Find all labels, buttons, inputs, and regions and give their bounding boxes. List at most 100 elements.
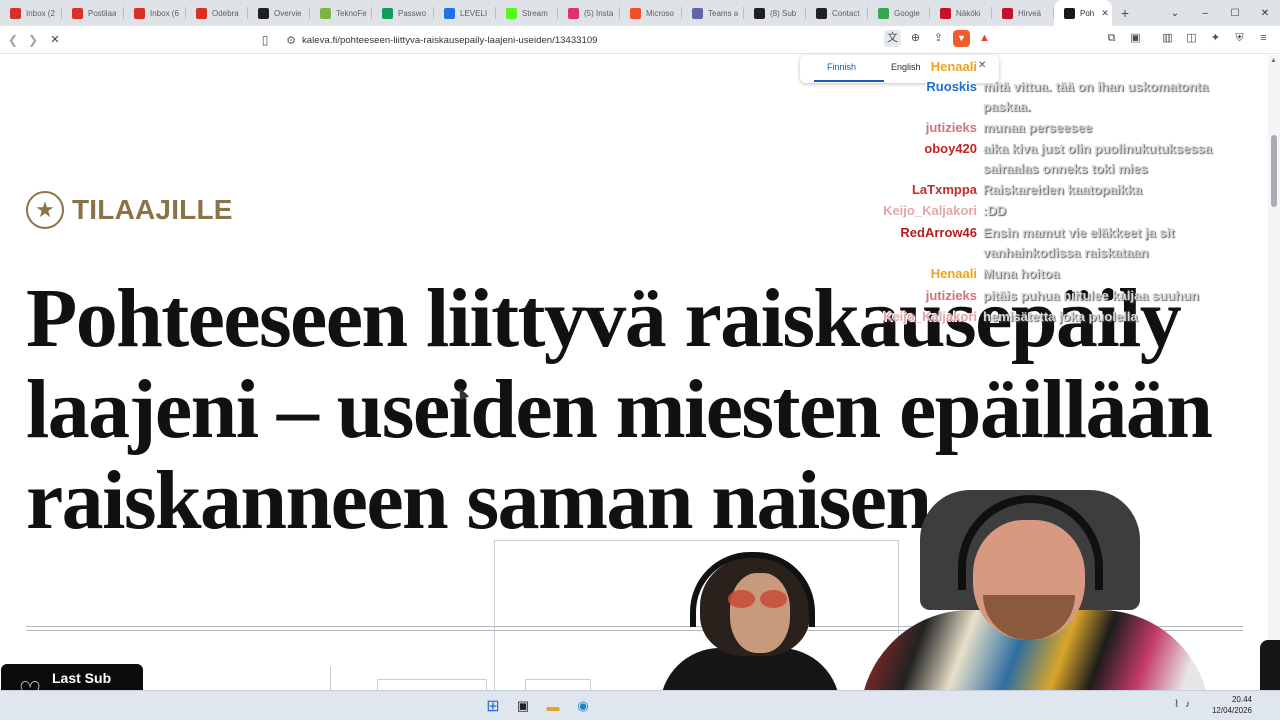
- translate-icon[interactable]: 文: [884, 30, 901, 47]
- chat-username: LaTxmppa: [911, 182, 977, 197]
- tab-label: Passwo: [398, 8, 427, 18]
- target-language-tab[interactable]: English: [891, 62, 921, 72]
- tab-favicon-icon: [506, 7, 517, 19]
- sidebar-icon[interactable]: ▥: [1159, 30, 1176, 47]
- media-icon[interactable]: ▣: [1127, 30, 1144, 47]
- tab-label: Inbox (6: [150, 8, 179, 18]
- vpn-icon[interactable]: ⛨: [1231, 30, 1248, 47]
- tab-label: Microso: [646, 8, 675, 18]
- browser-tab-active[interactable]: Poh ✕: [1054, 0, 1112, 26]
- tab-label: Odebra: [212, 8, 239, 18]
- bookmark-icon[interactable]: ▯: [250, 33, 280, 47]
- last-sub-title: Last Sub: [52, 670, 112, 686]
- task-view-icon[interactable]: ▣: [512, 695, 534, 717]
- new-tab-button[interactable]: +: [1112, 0, 1138, 26]
- taskbar: ⊞ ▣ ▬ ◉ ⌇ ♪ 20.44 12/04/2026: [0, 690, 1280, 720]
- system-tray: ⌇ ♪: [1174, 699, 1190, 710]
- tab-favicon-icon: [1064, 7, 1075, 19]
- tab-favicon-icon: [196, 7, 207, 19]
- content-box: [525, 679, 591, 690]
- browser-tab[interactable]: (5) Insta: [558, 0, 620, 26]
- chat-text: munaa perseesee: [983, 120, 1093, 135]
- extensions-icon[interactable]: ⧉: [1103, 30, 1120, 47]
- tab-favicon-icon: [134, 7, 145, 19]
- tab-favicon-icon: [10, 7, 21, 19]
- active-tab-indicator: [814, 80, 884, 82]
- chat-text: pitäis puhua niitulee kaljaa suuhun: [983, 288, 1199, 303]
- forward-icon[interactable]: ❯: [23, 30, 43, 50]
- screen: Inbox (2 Postilaa Inbox (6 Odebra Overvie Tek…: [0, 0, 1280, 720]
- tab-label: TeknoFe: [336, 8, 367, 18]
- chat-username: RedArrow46: [900, 225, 977, 240]
- browser-tab[interactable]: Passwo: [372, 0, 434, 26]
- browser-tab[interactable]: (8) Sub: [744, 0, 806, 26]
- chat-username: Keijo_Kaljakori: [883, 309, 977, 324]
- divider: [330, 666, 331, 690]
- chat-text: hemisätetta joka puolella: [983, 309, 1138, 324]
- browser-tab[interactable]: Contact: [806, 0, 868, 26]
- file-explorer-icon[interactable]: ▬: [542, 695, 564, 717]
- chat-username: oboy420: [924, 141, 977, 156]
- close-icon[interactable]: ✕: [978, 60, 986, 71]
- window-close-icon[interactable]: ✕: [1250, 8, 1280, 19]
- clock-time: 20.44: [1231, 695, 1252, 704]
- edge-browser-icon[interactable]: ◉: [572, 695, 594, 717]
- browser-tab[interactable]: Näköki: [930, 0, 992, 26]
- source-language-tab[interactable]: Finnish: [827, 62, 856, 72]
- brave-rewards-icon[interactable]: ▲: [976, 30, 993, 47]
- streamer-cam: [840, 490, 1280, 720]
- browser-tab[interactable]: Postilaa: [62, 0, 124, 26]
- zoom-icon[interactable]: ⊕: [907, 30, 924, 47]
- chat-username: jutizieks: [925, 120, 977, 135]
- tab-label: LEVELI: [460, 8, 488, 18]
- menu-icon[interactable]: ≡: [1255, 30, 1272, 47]
- browser-tab[interactable]: LEVELI: [434, 0, 496, 26]
- browser-toolbar: ❮ ❯ ✕ ▯ ⚙ kaleva.fi/pohteeseen-liittyva-…: [0, 26, 1280, 54]
- chat-username: Keijo_Kaljakori: [883, 203, 977, 218]
- browser-tab[interactable]: Overvie: [248, 0, 310, 26]
- tab-favicon-icon: [816, 7, 827, 19]
- browser-tab[interactable]: Hirveä: [992, 0, 1054, 26]
- chat-text: :DD: [983, 203, 1007, 218]
- maximize-icon[interactable]: ☐: [1220, 8, 1250, 19]
- tab-close-icon[interactable]: ✕: [1101, 8, 1109, 19]
- leo-ai-icon[interactable]: ✦: [1207, 30, 1224, 47]
- back-icon[interactable]: ❮: [3, 30, 23, 50]
- tab-label: Google: [894, 8, 920, 18]
- wallet-icon[interactable]: ◫: [1183, 30, 1200, 47]
- browser-tab[interactable]: Teams a: [682, 0, 744, 26]
- tab-favicon-icon: [258, 7, 269, 19]
- chat-text: mitä vittua. tää on ihan uskomatonta pas…: [983, 79, 1209, 114]
- webcam-overlay: [600, 490, 1280, 720]
- minimize-icon[interactable]: –: [1190, 8, 1220, 19]
- browser-tab[interactable]: Stream: [496, 0, 558, 26]
- windows-start-icon[interactable]: ⊞: [482, 695, 504, 717]
- scroll-up-icon[interactable]: ▲: [1270, 57, 1277, 64]
- browser-tab[interactable]: TeknoFe: [310, 0, 372, 26]
- tab-label: Teams a: [708, 8, 739, 18]
- tab-label: (5) Insta: [584, 8, 614, 18]
- tab-label: Näköki: [956, 8, 981, 18]
- browser-tab[interactable]: Inbox (6: [124, 0, 186, 26]
- browser-tab[interactable]: Google: [868, 0, 930, 26]
- window-controls: ⌄ – ☐ ✕: [1160, 0, 1280, 26]
- share-icon[interactable]: ⇪: [930, 30, 947, 47]
- network-icon[interactable]: ⌇: [1174, 699, 1179, 710]
- tab-search-icon[interactable]: ⌄: [1160, 8, 1190, 19]
- subscriber-badge: ★ TILAAJILLE: [26, 191, 233, 229]
- scrollbar-thumb[interactable]: [1271, 135, 1277, 207]
- tab-label: Hirveä: [1018, 8, 1042, 18]
- tab-favicon-icon: [320, 7, 331, 19]
- stop-icon[interactable]: ✕: [45, 30, 65, 50]
- browser-tab[interactable]: Microso: [620, 0, 682, 26]
- volume-icon[interactable]: ♪: [1185, 699, 1190, 710]
- tab-favicon-icon: [754, 7, 765, 19]
- tab-favicon-icon: [382, 7, 393, 19]
- url-text[interactable]: kaleva.fi/pohteeseen-liittyva-raiskausep…: [302, 35, 598, 46]
- taskbar-clock[interactable]: 20.44 12/04/2026: [1212, 694, 1252, 716]
- tab-favicon-icon: [1002, 7, 1013, 19]
- brave-shields-icon[interactable]: ▼: [953, 30, 970, 47]
- site-info-icon[interactable]: ⚙: [280, 34, 302, 47]
- browser-tab[interactable]: Odebra: [186, 0, 248, 26]
- browser-tab[interactable]: Inbox (2: [0, 0, 62, 26]
